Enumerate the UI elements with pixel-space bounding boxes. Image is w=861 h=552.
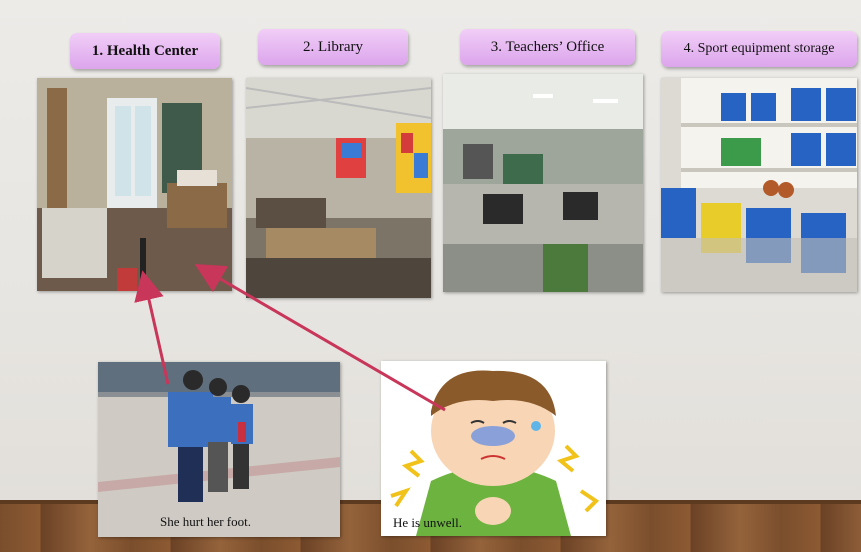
arrow-unwell-to-health-center bbox=[194, 263, 446, 412]
arrow-overlay bbox=[134, 263, 446, 412]
arrow-foot-to-health-center bbox=[134, 270, 170, 385]
